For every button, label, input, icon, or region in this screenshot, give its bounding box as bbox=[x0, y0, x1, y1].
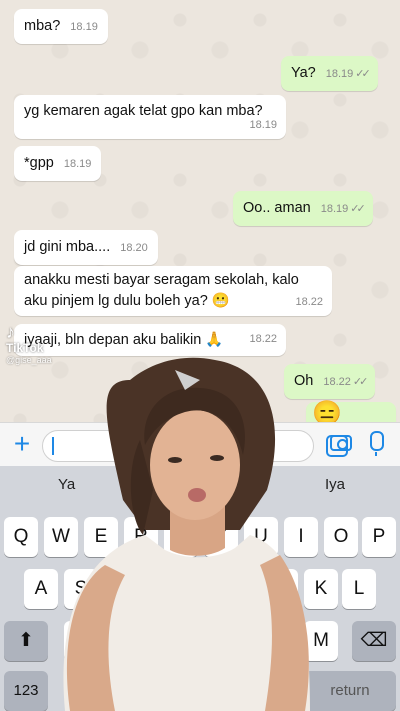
message-incoming[interactable]: mba? 18.19 bbox=[14, 9, 108, 44]
backspace-icon: ⌫ bbox=[360, 630, 388, 651]
message-text: *gpp bbox=[24, 155, 54, 171]
message-time: 18.22 bbox=[323, 376, 351, 388]
message-text: yg kemaren agak telat gpo kan mba? bbox=[24, 103, 263, 119]
tiktok-logo-icon: ♪ bbox=[6, 322, 15, 342]
read-ticks-icon: ✓✓ bbox=[350, 203, 366, 215]
message-outgoing[interactable]: Oo.. aman 18.19 ✓✓ bbox=[233, 191, 373, 226]
message-text: Ya? bbox=[291, 65, 316, 81]
message-text-line-2: aku pinjem lg dulu boleh ya? 😬 bbox=[24, 293, 230, 309]
message-text: iyaaji, bln depan aku balikin 🙏 bbox=[24, 332, 224, 348]
message-text-line-1: anakku mesti bayar seragam sekolah, kalo bbox=[24, 272, 299, 288]
message-text: mba? bbox=[24, 18, 61, 34]
message-incoming[interactable]: *gpp 18.19 bbox=[14, 146, 102, 181]
plus-icon[interactable]: + bbox=[8, 429, 36, 459]
message-text: Oo.. aman bbox=[243, 200, 311, 216]
message-time: 18.22 bbox=[249, 333, 277, 345]
delete-key[interactable]: ⌫ bbox=[352, 621, 396, 661]
suggestion-iya[interactable]: Iya bbox=[325, 476, 345, 493]
message-text: jd gini mba.... bbox=[24, 239, 111, 255]
message-time: 18.19 bbox=[70, 21, 98, 33]
key-q[interactable]: Q bbox=[4, 517, 38, 557]
camera-icon[interactable] bbox=[330, 435, 352, 451]
microphone-icon[interactable] bbox=[370, 431, 384, 456]
message-incoming[interactable]: jd gini mba.... 18.20 bbox=[14, 230, 158, 265]
message-incoming[interactable]: anakku mesti bayar seragam sekolah, kalo… bbox=[14, 266, 332, 316]
message-incoming[interactable]: yg kemaren agak telat gpo kan mba? 18.19 bbox=[14, 95, 286, 139]
shift-icon: ⬆ bbox=[18, 630, 34, 651]
key-o[interactable]: O bbox=[324, 517, 358, 557]
read-ticks-icon: ✓✓ bbox=[355, 68, 371, 80]
key-l[interactable]: L bbox=[342, 569, 376, 609]
message-time: 18.19 bbox=[63, 158, 92, 170]
message-time: 18.20 bbox=[120, 242, 148, 254]
read-ticks-icon: ✓✓ bbox=[352, 376, 369, 388]
message-time: 18.19 bbox=[249, 119, 277, 131]
person-overlay bbox=[63, 357, 310, 711]
key-p[interactable]: P bbox=[362, 517, 396, 557]
message-time: 18.19 bbox=[325, 68, 354, 80]
message-time: 18.19 bbox=[320, 203, 349, 215]
message-time: 18.22 bbox=[295, 296, 323, 308]
message-outgoing[interactable]: Ya? 18.19 ✓✓ bbox=[281, 56, 378, 91]
